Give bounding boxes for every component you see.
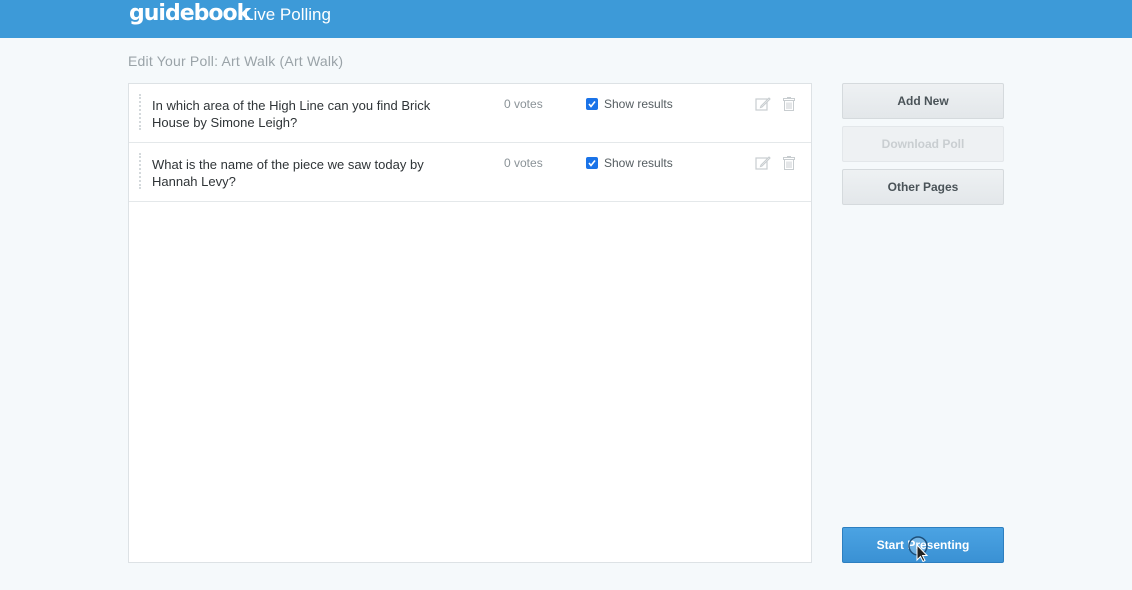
drag-handle-icon[interactable] [139,153,141,189]
poll-item: In which area of the High Line can you f… [129,84,811,143]
edit-icon[interactable] [755,156,771,175]
add-new-button[interactable]: Add New [842,83,1004,119]
mouse-pointer-icon [908,536,930,567]
poll-question: What is the name of the piece we saw tod… [152,157,424,189]
checkmark-icon [588,101,596,108]
show-results-label: Show results [604,156,673,170]
vote-count: 0 votes [504,156,543,170]
show-results-toggle[interactable]: Show results [586,97,673,111]
drag-handle-icon[interactable] [139,94,141,130]
other-pages-button[interactable]: Other Pages [842,169,1004,205]
edit-icon[interactable] [755,97,771,116]
poll-item: What is the name of the piece we saw tod… [129,143,811,202]
page-title: Edit Your Poll: Art Walk (Art Walk) [128,53,344,69]
poll-question: In which area of the High Line can you f… [152,98,431,130]
vote-count: 0 votes [504,97,543,111]
show-results-checkbox[interactable] [586,157,598,169]
app-title: Live Polling [244,5,331,24]
trash-icon[interactable] [783,97,795,116]
show-results-label: Show results [604,97,673,111]
poll-list: In which area of the High Line can you f… [128,83,812,563]
download-poll-button[interactable]: Download Poll [842,126,1004,162]
top-bar: guidebook Live Polling [0,0,1132,38]
trash-icon[interactable] [783,156,795,175]
show-results-checkbox[interactable] [586,98,598,110]
guidebook-logo[interactable]: guidebook [129,1,251,26]
checkmark-icon [588,160,596,167]
show-results-toggle[interactable]: Show results [586,156,673,170]
